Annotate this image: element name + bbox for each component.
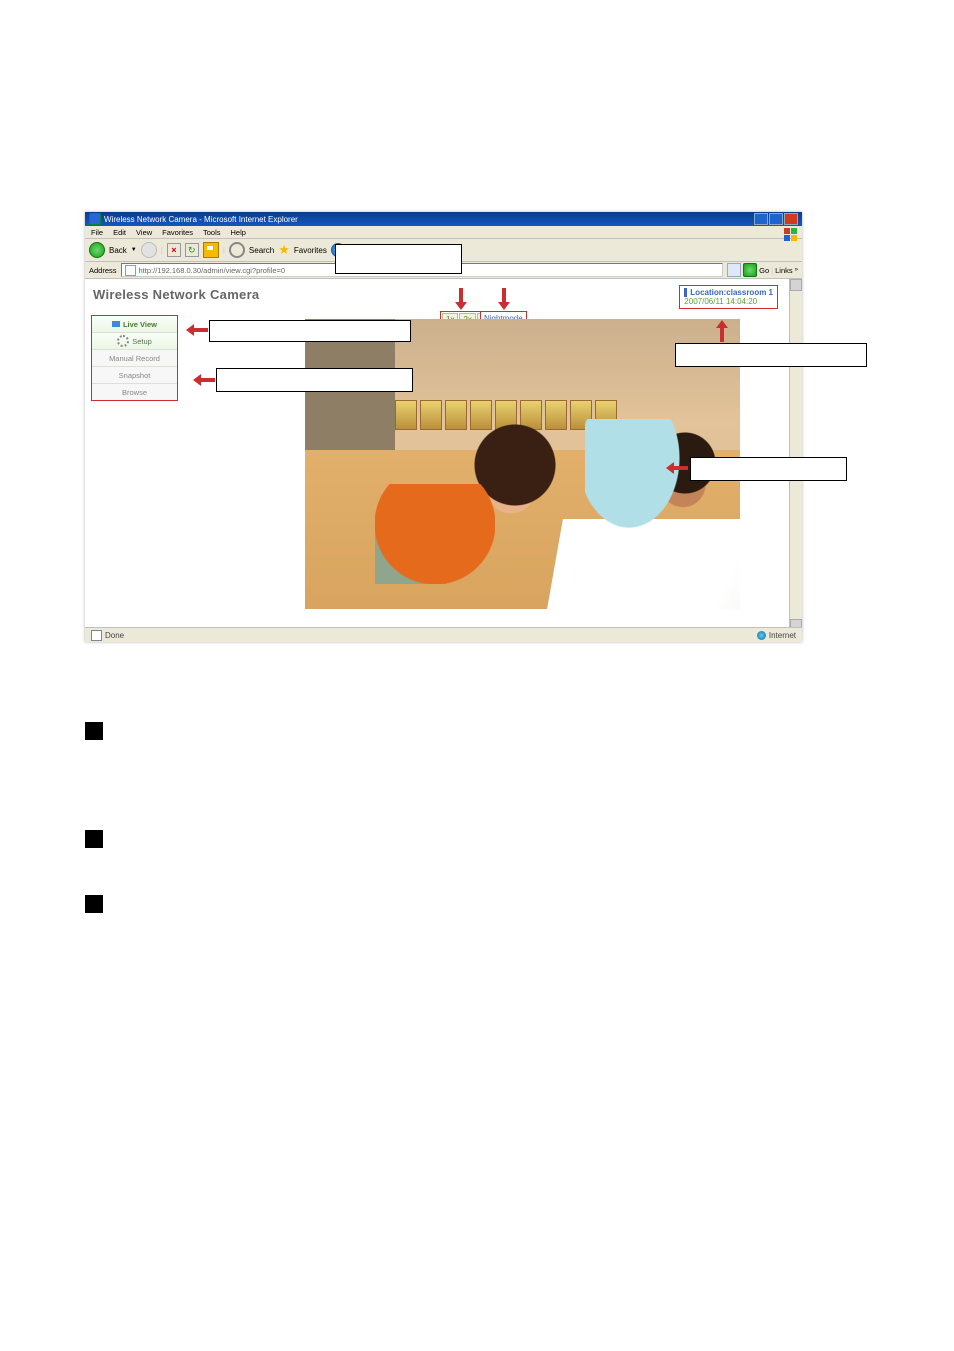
menu-manual-record[interactable]: Manual Record	[92, 350, 177, 367]
location-label: Location:	[690, 288, 726, 297]
arrow-to-nightmode	[498, 288, 510, 310]
search-icon	[229, 242, 245, 258]
menu-file[interactable]: File	[91, 228, 103, 237]
arrow-to-submenu	[193, 374, 215, 386]
maximize-button[interactable]	[769, 213, 783, 225]
setup-label: Setup	[132, 337, 152, 346]
url-text: http://192.168.0.30/admin/view.cgi?profi…	[139, 266, 286, 275]
callout-box-video	[690, 457, 847, 481]
status-internet: Internet	[769, 631, 796, 640]
menu-snapshot[interactable]: Snapshot	[92, 367, 177, 384]
status-done: Done	[105, 631, 124, 640]
arrow-to-menu	[186, 324, 208, 336]
stop-button[interactable]: ×	[167, 243, 181, 257]
minimize-button[interactable]	[754, 213, 768, 225]
url-dropdown[interactable]	[727, 263, 741, 277]
menu-view[interactable]: View	[136, 228, 152, 237]
search-label[interactable]: Search	[249, 246, 274, 255]
page-icon	[125, 265, 136, 276]
location-value: classroom 1	[726, 288, 773, 297]
close-button[interactable]	[784, 213, 798, 225]
callout-box-submenu	[216, 368, 413, 392]
menu-browse[interactable]: Browse	[92, 384, 177, 400]
favorites-label[interactable]: Favorites	[294, 246, 327, 255]
arrow-to-video	[666, 462, 688, 474]
menubar: File Edit View Favorites Tools Help	[85, 226, 802, 239]
callout-box-info	[675, 343, 867, 367]
window-title: Wireless Network Camera - Microsoft Inte…	[104, 215, 298, 224]
manual-record-label: Manual Record	[109, 354, 160, 363]
links-label[interactable]: Links	[775, 266, 793, 275]
done-icon	[91, 630, 102, 641]
location-time-box: Location:classroom 1 2007/06/11 14:04:20	[679, 285, 778, 309]
menu-tools[interactable]: Tools	[203, 228, 221, 237]
snapshot-label: Snapshot	[119, 371, 151, 380]
favorites-icon: ★	[278, 244, 290, 256]
browser-window: Wireless Network Camera - Microsoft Inte…	[85, 212, 802, 642]
timestamp: 2007/06/11 14:04:20	[684, 297, 773, 306]
menu-live-view[interactable]: Live View	[92, 316, 177, 333]
menu-setup[interactable]: Setup	[92, 333, 177, 350]
refresh-button[interactable]: ↻	[185, 243, 199, 257]
live-view-label: Live View	[123, 320, 157, 329]
bullet-1	[85, 722, 103, 740]
go-label[interactable]: Go	[759, 266, 769, 275]
windows-logo-icon	[784, 228, 798, 242]
bullet-2	[85, 830, 103, 848]
statusbar: Done Internet	[85, 627, 802, 642]
arrow-to-zoom	[455, 288, 467, 310]
home-button[interactable]	[203, 242, 219, 258]
gear-icon	[117, 335, 129, 347]
live-view-icon	[112, 321, 120, 327]
address-label: Address	[89, 266, 117, 275]
ie-icon	[89, 213, 101, 225]
back-button[interactable]	[89, 242, 105, 258]
callout-box-menu	[209, 320, 411, 342]
forward-button[interactable]	[141, 242, 157, 258]
menu-help[interactable]: Help	[231, 228, 246, 237]
titlebar: Wireless Network Camera - Microsoft Inte…	[85, 212, 802, 226]
bullet-3	[85, 895, 103, 913]
callout-box-top	[335, 244, 462, 274]
go-button[interactable]	[743, 263, 757, 277]
scroll-up-button[interactable]	[790, 279, 802, 291]
menu-favorites[interactable]: Favorites	[162, 228, 193, 237]
internet-zone-icon	[757, 631, 766, 640]
menu-edit[interactable]: Edit	[113, 228, 126, 237]
back-label[interactable]: Back	[109, 246, 127, 255]
arrow-to-info	[716, 320, 728, 342]
vertical-scrollbar[interactable]	[789, 279, 802, 631]
left-menu: Live View Setup Manual Record Snapshot B…	[91, 315, 178, 401]
page-title: Wireless Network Camera	[93, 287, 259, 302]
browse-label: Browse	[122, 388, 147, 397]
